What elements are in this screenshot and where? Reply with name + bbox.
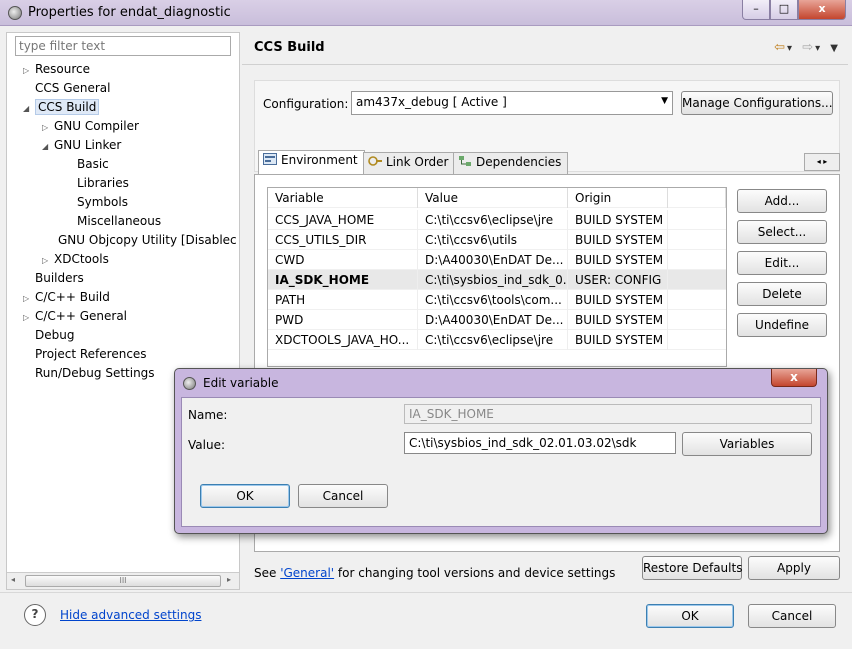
tree-item-gnu-linker[interactable]: ◢ GNU Linker xyxy=(42,136,121,154)
dialog-ok-button[interactable]: OK xyxy=(200,484,290,508)
bottom-divider xyxy=(0,592,852,593)
dialog-close-button[interactable]: x xyxy=(771,369,817,387)
dialog-title: Edit variable xyxy=(203,376,279,390)
forward-menu-icon[interactable]: ▾ xyxy=(815,43,820,54)
apply-button[interactable]: Apply xyxy=(748,556,840,580)
tree-item-symbols[interactable]: Symbols xyxy=(65,193,128,211)
table-row[interactable]: CCS_UTILS_DIR C:\ti\ccsv6\utils BUILD SY… xyxy=(268,230,726,250)
tree-item-ccs-general[interactable]: CCS General xyxy=(23,79,110,97)
window-title: Properties for endat_diagnostic xyxy=(28,5,231,20)
tab-scroll-buttons[interactable]: ◂ ▸ xyxy=(804,153,840,171)
page-navigation: ⇦ ▾ ⇨ ▾ ▼ xyxy=(768,40,838,55)
back-arrow-icon[interactable]: ⇦ xyxy=(774,40,785,55)
table-row-selected[interactable]: IA_SDK_HOME C:\ti\sysbios_ind_sdk_0... U… xyxy=(268,270,726,290)
value-field[interactable] xyxy=(404,432,676,454)
environment-variables-table[interactable]: Variable Value Origin CCS_JAVA_HOME C:\t… xyxy=(267,187,727,367)
column-header-value[interactable]: Value xyxy=(418,188,568,208)
collapse-icon[interactable]: ◢ xyxy=(42,138,54,156)
column-header-blank xyxy=(668,188,726,208)
column-header-variable[interactable]: Variable xyxy=(268,188,418,208)
column-header-origin[interactable]: Origin xyxy=(568,188,668,208)
table-row[interactable]: XDCTOOLS_JAVA_HO... C:\ti\ccsv6\eclipse\… xyxy=(268,330,726,350)
tree-item-cpp-general[interactable]: ▷ C/C++ General xyxy=(23,307,127,325)
configuration-label: Configuration: xyxy=(263,97,349,111)
dialog-body: Name: IA_SDK_HOME Value: Variables OK Ca… xyxy=(181,397,821,527)
general-page-link[interactable]: 'General' xyxy=(280,566,334,580)
edit-variable-dialog: Edit variable x Name: IA_SDK_HOME Value:… xyxy=(174,368,828,534)
tree-item-basic[interactable]: Basic xyxy=(65,155,109,173)
add-variable-button[interactable]: Add... xyxy=(737,189,827,213)
dependencies-icon xyxy=(458,155,472,167)
expand-icon[interactable]: ▷ xyxy=(23,62,35,80)
configuration-value: am437x_debug [ Active ] xyxy=(356,95,507,109)
tree-item-ccs-build[interactable]: ◢ CCS Build xyxy=(23,98,100,118)
restore-defaults-button[interactable]: Restore Defaults xyxy=(642,556,742,580)
variables-button[interactable]: Variables xyxy=(682,432,812,456)
select-variable-button[interactable]: Select... xyxy=(737,220,827,244)
tree-item-miscellaneous[interactable]: Miscellaneous xyxy=(65,212,161,230)
back-menu-icon[interactable]: ▾ xyxy=(787,43,792,54)
cancel-button[interactable]: Cancel xyxy=(748,604,836,628)
dropdown-arrow-icon[interactable]: ▼ xyxy=(661,96,668,106)
tree-item-xdctools[interactable]: ▷ XDCtools xyxy=(42,250,109,268)
maximize-button[interactable]: □ xyxy=(770,0,798,20)
dialog-cancel-button[interactable]: Cancel xyxy=(298,484,388,508)
close-window-button[interactable]: x xyxy=(798,0,846,20)
value-label: Value: xyxy=(188,438,225,452)
table-row[interactable]: PATH C:\ti\ccsv6\tools\com... BUILD SYST… xyxy=(268,290,726,310)
scroll-left-icon[interactable]: ◂ xyxy=(11,575,15,584)
tree-item-gnu-compiler[interactable]: ▷ GNU Compiler xyxy=(42,117,139,135)
tree-item-debug[interactable]: Debug xyxy=(23,326,74,344)
hide-advanced-settings-link[interactable]: Hide advanced settings xyxy=(60,608,201,622)
manage-configurations-button[interactable]: Manage Configurations... xyxy=(681,91,833,115)
tree-item-gnu-objcopy[interactable]: GNU Objcopy Utility [Disablec xyxy=(46,231,238,249)
table-row[interactable]: PWD D:\A40030\EnDAT De... BUILD SYSTEM xyxy=(268,310,726,330)
tree-item-builders[interactable]: Builders xyxy=(23,269,84,287)
view-menu-icon[interactable]: ▼ xyxy=(830,43,838,54)
minimize-button[interactable]: – xyxy=(742,0,770,20)
dialog-app-icon xyxy=(183,377,196,390)
undefine-variable-button[interactable]: Undefine xyxy=(737,313,827,337)
tab-environment[interactable]: Environment xyxy=(258,150,365,175)
configuration-select[interactable]: am437x_debug [ Active ] ▼ xyxy=(351,91,673,115)
tab-dependencies[interactable]: Dependencies xyxy=(453,152,569,174)
scroll-right-icon[interactable]: ▸ xyxy=(227,575,231,584)
tree-item-libraries[interactable]: Libraries xyxy=(65,174,129,192)
header-divider xyxy=(242,64,848,65)
collapse-icon[interactable]: ◢ xyxy=(23,100,35,118)
edit-variable-button[interactable]: Edit... xyxy=(737,251,827,275)
tree-item-run-debug-settings[interactable]: Run/Debug Settings xyxy=(23,364,155,382)
expand-icon[interactable]: ▷ xyxy=(23,290,35,308)
expand-icon[interactable]: ▷ xyxy=(42,119,54,137)
tab-link-order[interactable]: Link Order xyxy=(363,152,456,174)
expand-icon[interactable]: ▷ xyxy=(42,252,54,270)
window-title-bar: Properties for endat_diagnostic – □ x xyxy=(0,0,852,26)
delete-variable-button[interactable]: Delete xyxy=(737,282,827,306)
name-field: IA_SDK_HOME xyxy=(404,404,812,424)
ok-button[interactable]: OK xyxy=(646,604,734,628)
environment-icon xyxy=(263,153,277,165)
table-row[interactable]: CWD D:\A40030\EnDAT De... BUILD SYSTEM xyxy=(268,250,726,270)
help-icon[interactable]: ? xyxy=(24,604,46,626)
table-row[interactable]: CCS_JAVA_HOME C:\ti\ccsv6\eclipse\jre BU… xyxy=(268,210,726,230)
link-order-icon xyxy=(368,155,382,167)
scroll-thumb[interactable]: III xyxy=(25,575,221,587)
name-label: Name: xyxy=(188,408,228,422)
app-icon xyxy=(8,6,22,20)
page-title: CCS Build xyxy=(254,40,325,55)
table-header: Variable Value Origin xyxy=(268,188,726,208)
see-general-note: See 'General' for changing tool versions… xyxy=(254,566,616,580)
tree-item-resource[interactable]: ▷ Resource xyxy=(23,60,90,78)
expand-icon[interactable]: ▷ xyxy=(23,309,35,327)
tree-horizontal-scrollbar[interactable]: ◂ III ▸ xyxy=(7,572,239,589)
tree-item-project-references[interactable]: Project References xyxy=(23,345,147,363)
filter-input[interactable] xyxy=(15,36,231,56)
tree-item-cpp-build[interactable]: ▷ C/C++ Build xyxy=(23,288,110,306)
forward-arrow-icon[interactable]: ⇨ xyxy=(802,40,813,55)
